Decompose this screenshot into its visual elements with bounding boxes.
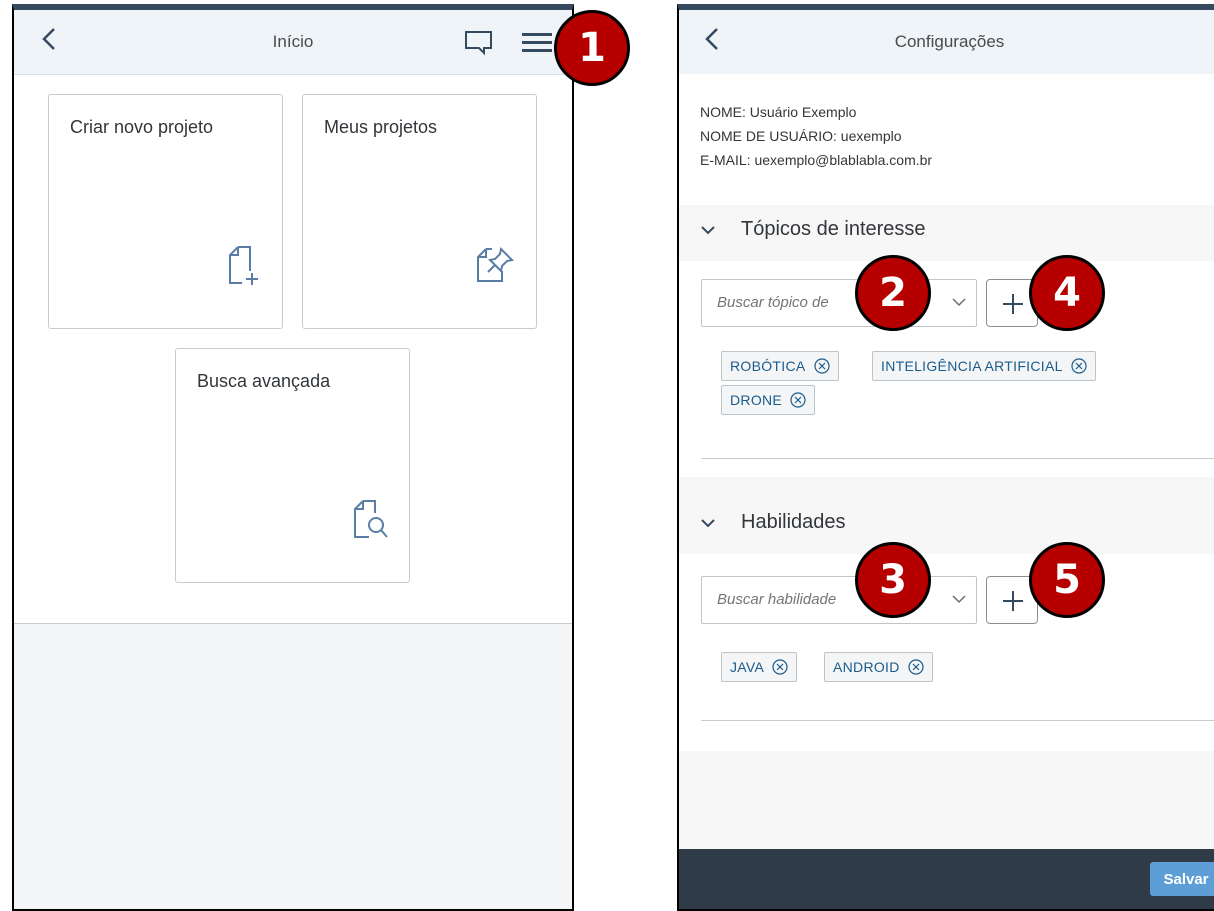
tile-label: Criar novo projeto xyxy=(70,117,214,137)
tile-my-projects[interactable]: Meus projetos xyxy=(302,94,537,329)
user-username: NOME DE USUÁRIO: uexemplo xyxy=(700,128,902,144)
settings-shellbar: Configurações xyxy=(679,10,1214,75)
tile-label: Meus projetos xyxy=(324,117,438,137)
section-divider xyxy=(701,458,1214,459)
home-shellbar: Início xyxy=(14,10,572,75)
chevron-down-icon[interactable] xyxy=(952,594,966,604)
remove-token-icon[interactable] xyxy=(908,659,924,675)
chevron-down-icon xyxy=(701,226,715,235)
document-pin-icon xyxy=(474,245,516,290)
callout-badge-1: 1 xyxy=(554,10,630,86)
skills-section-header[interactable]: Habilidades xyxy=(679,498,1214,554)
remove-token-icon[interactable] xyxy=(1071,358,1087,374)
skill-token: JAVA xyxy=(721,652,798,682)
tile-label: Busca avançada xyxy=(197,371,331,391)
home-footer-area xyxy=(14,623,572,909)
topic-token: ROBÓTICA xyxy=(721,351,839,381)
user-name: NOME: Usuário Exemplo xyxy=(700,104,857,120)
tile-advanced-search[interactable]: Busca avançada xyxy=(175,348,410,583)
menu-button[interactable] xyxy=(522,32,552,59)
callout-badge-5: 5 xyxy=(1029,542,1105,618)
callout-badge-2: 2 xyxy=(855,255,931,331)
remove-token-icon[interactable] xyxy=(813,358,830,374)
chevron-down-icon[interactable] xyxy=(952,297,966,307)
hamburger-menu-icon xyxy=(522,33,552,52)
callout-badge-4: 4 xyxy=(1029,255,1105,331)
section-divider xyxy=(701,720,1214,721)
save-button[interactable]: Salvar xyxy=(1150,862,1214,896)
chat-icon xyxy=(465,31,492,56)
remove-token-icon[interactable] xyxy=(790,392,806,408)
token-label: JAVA xyxy=(730,659,765,675)
skills-section-body: JAVA ANDROID xyxy=(679,554,1214,751)
token-label: ANDROID xyxy=(833,659,900,675)
token-label: INTELIGÊNCIA ARTIFICIAL xyxy=(881,358,1063,374)
settings-content: NOME: Usuário Exemplo NOME DE USUÁRIO: u… xyxy=(679,74,1214,909)
topics-section-title: Tópicos de interesse xyxy=(741,218,926,240)
skill-token: ANDROID xyxy=(824,652,933,682)
topics-combobox[interactable] xyxy=(701,279,977,327)
document-search-icon xyxy=(353,499,389,544)
topic-token: INTELIGÊNCIA ARTIFICIAL xyxy=(872,351,1096,381)
footer-toolbar: Salvar xyxy=(679,849,1214,909)
skills-section-title: Habilidades xyxy=(741,511,846,533)
feedback-button[interactable] xyxy=(464,30,494,61)
topic-token: DRONE xyxy=(721,385,816,415)
settings-screen: Configurações NOME: Usuário Exemplo NOME… xyxy=(677,4,1214,911)
topics-section-body: ROBÓTICA INTELIGÊNCIA ARTIFICIAL DRONE xyxy=(679,261,1214,477)
page-title: Configurações xyxy=(894,32,1005,51)
skills-combobox[interactable] xyxy=(701,576,977,624)
callout-badge-3: 3 xyxy=(855,542,931,618)
remove-token-icon[interactable] xyxy=(772,659,788,675)
user-email: E-MAIL: uexemplo@blablabla.com.br xyxy=(700,152,933,168)
token-label: DRONE xyxy=(730,392,783,408)
new-document-icon xyxy=(228,245,262,290)
topics-section-header[interactable]: Tópicos de interesse xyxy=(679,205,1214,261)
tile-create-project[interactable]: Criar novo projeto xyxy=(48,94,283,329)
token-label: ROBÓTICA xyxy=(730,358,806,374)
home-screen: Início Criar novo projeto Meus projetos xyxy=(12,4,574,911)
chevron-down-icon xyxy=(701,519,715,528)
